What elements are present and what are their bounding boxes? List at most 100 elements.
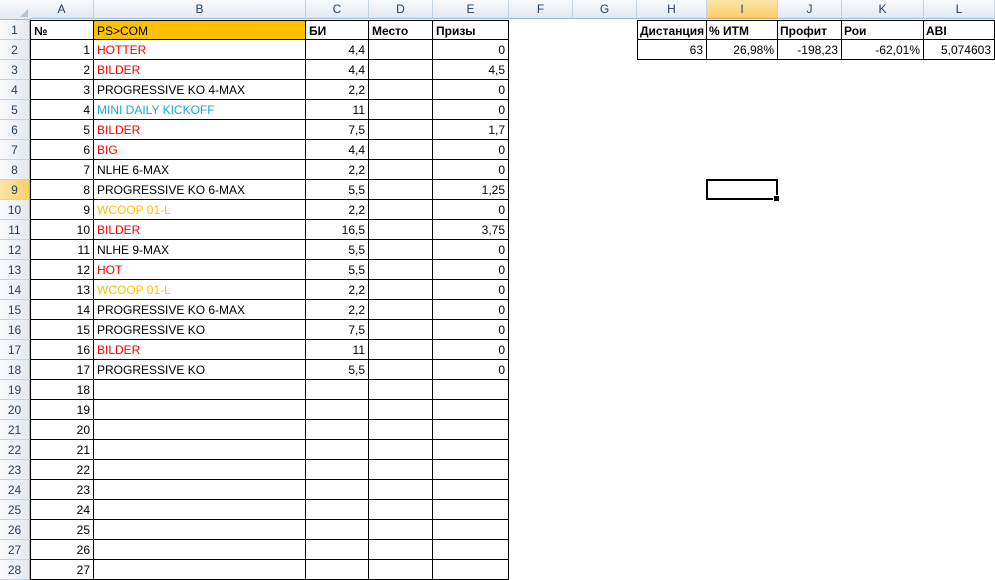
- cell-place[interactable]: [369, 200, 433, 220]
- cell-num[interactable]: 19: [30, 400, 94, 420]
- stats-value-abi[interactable]: 5,074603: [924, 40, 995, 60]
- column-header-d[interactable]: D: [369, 0, 433, 19]
- stats-value-profit[interactable]: -198,23: [778, 40, 842, 60]
- cell-prizes[interactable]: [433, 460, 509, 480]
- cell-num[interactable]: 21: [30, 440, 94, 460]
- row-header-7[interactable]: 7: [0, 140, 30, 160]
- cell-prizes[interactable]: [433, 520, 509, 540]
- column-header-g[interactable]: G: [573, 0, 637, 19]
- row-header-27[interactable]: 27: [0, 540, 30, 560]
- cell-place[interactable]: [369, 400, 433, 420]
- row-header-5[interactable]: 5: [0, 100, 30, 120]
- cell-num[interactable]: 11: [30, 240, 94, 260]
- cell-place[interactable]: [369, 280, 433, 300]
- cell-bi[interactable]: 2,2: [306, 280, 369, 300]
- cell-tournament-name[interactable]: PROGRESSIVE KO 6-MAX: [94, 300, 306, 320]
- cell-tournament-name[interactable]: WCOOP 01-L: [94, 200, 306, 220]
- row-header-2[interactable]: 2: [0, 40, 30, 60]
- cell-place[interactable]: [369, 560, 433, 580]
- cell-tournament-name[interactable]: WCOOP 01-L: [94, 280, 306, 300]
- cell-tournament-name[interactable]: [94, 520, 306, 540]
- row-header-22[interactable]: 22: [0, 440, 30, 460]
- cell-bi[interactable]: 4,4: [306, 60, 369, 80]
- row-header-4[interactable]: 4: [0, 80, 30, 100]
- cell-place[interactable]: [369, 300, 433, 320]
- cell-num[interactable]: 24: [30, 500, 94, 520]
- row-header-6[interactable]: 6: [0, 120, 30, 140]
- cell-num[interactable]: 18: [30, 380, 94, 400]
- cell-bi[interactable]: 7,5: [306, 120, 369, 140]
- cell-prizes[interactable]: 0: [433, 140, 509, 160]
- row-header-20[interactable]: 20: [0, 400, 30, 420]
- header-num[interactable]: №: [30, 20, 94, 40]
- row-header-28[interactable]: 28: [0, 560, 30, 580]
- cell-prizes[interactable]: 4,5: [433, 60, 509, 80]
- cell-bi[interactable]: [306, 540, 369, 560]
- column-header-a[interactable]: A: [30, 0, 94, 19]
- cell-bi[interactable]: [306, 440, 369, 460]
- cell-num[interactable]: 6: [30, 140, 94, 160]
- active-cell-selection[interactable]: [706, 179, 780, 202]
- cell-tournament-name[interactable]: PROGRESSIVE KO: [94, 360, 306, 380]
- header-prizes[interactable]: Призы: [433, 20, 509, 40]
- cell-num[interactable]: 16: [30, 340, 94, 360]
- row-header-11[interactable]: 11: [0, 220, 30, 240]
- row-header-8[interactable]: 8: [0, 160, 30, 180]
- row-header-25[interactable]: 25: [0, 500, 30, 520]
- cell-prizes[interactable]: 1,7: [433, 120, 509, 140]
- stats-header-profit[interactable]: Профит: [778, 20, 842, 40]
- cell-num[interactable]: 20: [30, 420, 94, 440]
- row-header-12[interactable]: 12: [0, 240, 30, 260]
- cell-tournament-name[interactable]: [94, 380, 306, 400]
- cell-place[interactable]: [369, 180, 433, 200]
- cell-bi[interactable]: 16,5: [306, 220, 369, 240]
- header-name[interactable]: PS>COM: [94, 20, 306, 40]
- cell-bi[interactable]: 5,5: [306, 360, 369, 380]
- row-header-24[interactable]: 24: [0, 480, 30, 500]
- cell-tournament-name[interactable]: PROGRESSIVE KO: [94, 320, 306, 340]
- cell-bi[interactable]: [306, 480, 369, 500]
- cell-bi[interactable]: 7,5: [306, 320, 369, 340]
- cell-place[interactable]: [369, 340, 433, 360]
- cell-num[interactable]: 1: [30, 40, 94, 60]
- cell-num[interactable]: 13: [30, 280, 94, 300]
- cell-bi[interactable]: 2,2: [306, 200, 369, 220]
- cell-place[interactable]: [369, 140, 433, 160]
- column-header-i[interactable]: I: [707, 0, 778, 19]
- cell-tournament-name[interactable]: BILDER: [94, 340, 306, 360]
- cell-place[interactable]: [369, 240, 433, 260]
- cell-tournament-name[interactable]: NLHE 9-MAX: [94, 240, 306, 260]
- cell-prizes[interactable]: 0: [433, 360, 509, 380]
- row-header-26[interactable]: 26: [0, 520, 30, 540]
- cell-num[interactable]: 26: [30, 540, 94, 560]
- cell-prizes[interactable]: 0: [433, 300, 509, 320]
- cell-tournament-name[interactable]: [94, 420, 306, 440]
- cell-num[interactable]: 12: [30, 260, 94, 280]
- cell-prizes[interactable]: 0: [433, 200, 509, 220]
- stats-value-distance[interactable]: 63: [637, 40, 707, 60]
- cell-num[interactable]: 3: [30, 80, 94, 100]
- header-bi[interactable]: БИ: [306, 20, 369, 40]
- row-header-16[interactable]: 16: [0, 320, 30, 340]
- cell-place[interactable]: [369, 260, 433, 280]
- column-header-b[interactable]: B: [94, 0, 306, 19]
- cell-place[interactable]: [369, 460, 433, 480]
- cell-prizes[interactable]: 0: [433, 280, 509, 300]
- cell-num[interactable]: 22: [30, 460, 94, 480]
- cell-bi[interactable]: 5,5: [306, 260, 369, 280]
- cell-place[interactable]: [369, 120, 433, 140]
- cell-bi[interactable]: [306, 380, 369, 400]
- cell-prizes[interactable]: 0: [433, 320, 509, 340]
- cell-tournament-name[interactable]: [94, 500, 306, 520]
- cell-place[interactable]: [369, 520, 433, 540]
- cell-tournament-name[interactable]: [94, 560, 306, 580]
- cell-num[interactable]: 8: [30, 180, 94, 200]
- column-header-f[interactable]: F: [509, 0, 573, 19]
- cell-num[interactable]: 17: [30, 360, 94, 380]
- stats-header-roi[interactable]: Рои: [842, 20, 924, 40]
- cell-prizes[interactable]: [433, 420, 509, 440]
- cell-place[interactable]: [369, 540, 433, 560]
- cell-tournament-name[interactable]: HOTTER: [94, 40, 306, 60]
- row-header-9[interactable]: 9: [0, 180, 30, 200]
- cell-num[interactable]: 4: [30, 100, 94, 120]
